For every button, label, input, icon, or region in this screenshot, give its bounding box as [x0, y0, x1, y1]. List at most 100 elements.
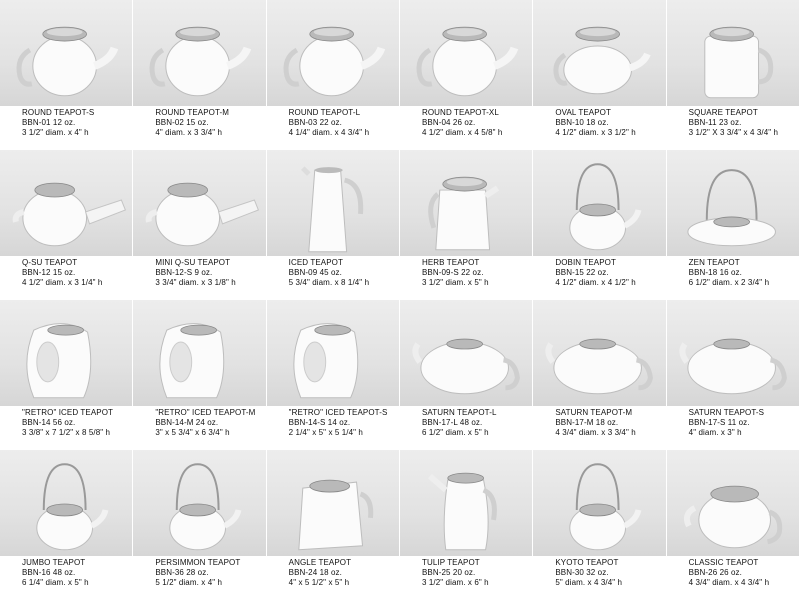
product-caption: KYOTO TEAPOT BBN-30 32 oz. 5" diam. x 4 3/… [555, 558, 663, 588]
product-name: ZEN TEAPOT [688, 258, 740, 267]
product-card: ICED TEAPOT BBN-09 45 oz. 5 3/4" diam. x 8… [266, 150, 400, 300]
product-code: BBN-16 48 oz. [22, 568, 76, 577]
product-caption: ROUND TEAPOT-L BBN-03 22 oz. 4 1/4" diam. … [289, 108, 397, 138]
product-code: BBN-26 26 oz. [688, 568, 742, 577]
product-name: JUMBO TEAPOT [22, 558, 86, 567]
round-teapot-icon [0, 0, 133, 106]
product-dimensions: 5 3/4" diam. x 8 1/4" h [288, 278, 370, 287]
saturn-teapot-icon [533, 300, 666, 406]
product-caption: ROUND TEAPOT-XL BBN-04 26 oz. 4 1/2" diam.… [422, 108, 530, 138]
product-caption: ROUND TEAPOT-S BBN-01 12 oz. 3 1/2" diam. … [22, 108, 130, 138]
product-name: SATURN TEAPOT-L [421, 408, 497, 417]
product-card: OVAL TEAPOT BBN-10 18 oz. 4 1/2" diam. x 3… [533, 0, 667, 150]
product-name: KYOTO TEAPOT [555, 558, 619, 567]
product-code: BBN-17-S 11 oz. [688, 418, 750, 427]
product-caption: HERB TEAPOT BBN-09-S 22 oz. 3 1/2" diam. x… [422, 258, 530, 288]
product-dimensions: 6 1/2" diam. x 5" h [421, 428, 489, 437]
product-card: MINI Q-SU TEAPOT BBN-12-S 9 oz. 3 3/4" dia… [133, 150, 267, 300]
product-card: ROUND TEAPOT-S BBN-01 12 oz. 3 1/2" diam. … [0, 0, 134, 150]
product-code: BBN-09-S 22 oz. [421, 268, 484, 277]
product-code: BBN-14-M 24 oz. [155, 418, 219, 427]
product-dimensions: 3 1/2" diam. x 6" h [421, 578, 489, 587]
product-code: BBN-14-S 14 oz. [288, 418, 351, 427]
product-code: BBN-10 18 oz. [555, 118, 609, 127]
product-dimensions: 4" diam. x 3" h [688, 428, 742, 437]
product-caption: Q-SU TEAPOT BBN-12 15 oz. 4 1/2" diam. x 3… [22, 258, 130, 288]
product-caption: ANGLE TEAPOT BBN-24 18 oz. 4" x 5 1/2" x 5… [289, 558, 397, 588]
product-caption: "RETRO" ICED TEAPOT-M BBN-14-M 24 oz. 3" x… [155, 408, 263, 438]
product-dimensions: 3 1/2" diam. x 5" h [421, 278, 489, 287]
retro-teapot-icon [0, 300, 133, 406]
product-dimensions: 4 3/4" diam. x 4 3/4" h [688, 578, 770, 587]
wire-handle-teapot-icon [0, 450, 133, 556]
product-name: Q-SU TEAPOT [22, 258, 78, 267]
product-card: ANGLE TEAPOT BBN-24 18 oz. 4" x 5 1/2" x 5… [266, 450, 400, 600]
product-caption: PERSIMMON TEAPOT BBN-36 28 oz. 5 1/2" diam… [155, 558, 263, 588]
round-teapot-icon [133, 0, 266, 106]
product-dimensions: 4 1/2" diam. x 3 1/2" h [555, 128, 636, 137]
product-caption: SATURN TEAPOT-L BBN-17-L 48 oz. 6 1/2" dia… [422, 408, 530, 438]
flat-wire-handle-teapot-icon [666, 150, 799, 256]
product-card: SATURN TEAPOT-S BBN-17-S 11 oz. 4" diam. x… [666, 300, 800, 450]
classic-teapot-icon [666, 450, 799, 556]
product-card: ROUND TEAPOT-XL BBN-04 26 oz. 4 1/2" diam.… [399, 0, 534, 150]
pitcher-teapot-icon [399, 150, 533, 256]
product-caption: MINI Q-SU TEAPOT BBN-12-S 9 oz. 3 3/4" dia… [155, 258, 263, 288]
product-dimensions: 3 3/4" diam. x 3 1/8" h [155, 278, 236, 287]
wire-handle-teapot-icon [533, 450, 666, 556]
product-name: SQUARE TEAPOT [688, 108, 758, 117]
product-dimensions: 5" diam. x 4 3/4" h [555, 578, 623, 587]
product-name: "RETRO" ICED TEAPOT [22, 408, 113, 417]
retro-teapot-icon [133, 300, 266, 406]
product-code: BBN-02 15 oz. [155, 118, 209, 127]
product-card: "RETRO" ICED TEAPOT BBN-14 56 oz. 3 3/8" x… [0, 300, 134, 450]
product-card: TULIP TEAPOT BBN-25 20 oz. 3 1/2" diam. x … [399, 450, 534, 600]
side-handle-teapot-icon [133, 150, 266, 256]
product-caption: TULIP TEAPOT BBN-25 20 oz. 3 1/2" diam. x … [422, 558, 530, 588]
product-name: PERSIMMON TEAPOT [155, 558, 241, 567]
product-code: BBN-14 56 oz. [22, 418, 76, 427]
wire-handle-teapot-icon [133, 450, 266, 556]
product-caption: JUMBO TEAPOT BBN-16 48 oz. 6 1/4" diam. x … [22, 558, 130, 588]
product-caption: SATURN TEAPOT-M BBN-17-M 18 oz. 4 3/4" dia… [555, 408, 663, 438]
product-dimensions: 4 1/4" diam. x 4 3/4" h [288, 128, 370, 137]
product-name: "RETRO" ICED TEAPOT-M [155, 408, 256, 417]
product-code: BBN-03 22 oz. [288, 118, 342, 127]
angle-teapot-icon [266, 450, 399, 556]
product-card: KYOTO TEAPOT BBN-30 32 oz. 5" diam. x 4 3/… [533, 450, 667, 600]
product-card: Q-SU TEAPOT BBN-12 15 oz. 4 1/2" diam. x 3… [0, 150, 134, 300]
tall-pitcher-icon [266, 150, 399, 256]
product-name: "RETRO" ICED TEAPOT-S [288, 408, 388, 417]
product-dimensions: 4 1/2" diam. x 4 1/2" h [555, 278, 636, 287]
round-teapot-icon [266, 0, 399, 106]
product-caption: ICED TEAPOT BBN-09 45 oz. 5 3/4" diam. x 8… [289, 258, 397, 288]
product-code: BBN-04 26 oz. [421, 118, 476, 127]
wire-handle-teapot-icon [533, 150, 666, 256]
product-card: ROUND TEAPOT-L BBN-03 22 oz. 4 1/4" diam. … [266, 0, 400, 150]
product-card: DOBIN TEAPOT BBN-15 22 oz. 4 1/2" diam. x … [533, 150, 667, 300]
product-name: TULIP TEAPOT [421, 558, 480, 567]
product-dimensions: 3 1/2" diam. x 4" h [22, 128, 89, 137]
tulip-teapot-icon [399, 450, 533, 556]
product-card: HERB TEAPOT BBN-09-S 22 oz. 3 1/2" diam. x… [399, 150, 534, 300]
product-caption: ROUND TEAPOT-M BBN-02 15 oz. 4" diam. x 3 … [155, 108, 263, 138]
product-dimensions: 6 1/4" diam. x 5" h [22, 578, 89, 587]
product-card: "RETRO" ICED TEAPOT-M BBN-14-M 24 oz. 3" x… [133, 300, 267, 450]
product-name: DOBIN TEAPOT [555, 258, 616, 267]
product-card: SATURN TEAPOT-M BBN-17-M 18 oz. 4 3/4" dia… [533, 300, 667, 450]
product-name: ICED TEAPOT [288, 258, 343, 267]
product-name: SATURN TEAPOT-M [555, 408, 633, 417]
product-name: ANGLE TEAPOT [288, 558, 352, 567]
product-code: BBN-11 23 oz. [688, 118, 742, 127]
saturn-teapot-icon [399, 300, 533, 406]
product-caption: SATURN TEAPOT-S BBN-17-S 11 oz. 4" diam. x… [689, 408, 797, 438]
product-card: ZEN TEAPOT BBN-18 16 oz. 6 1/2" diam. x 2 … [666, 150, 800, 300]
product-dimensions: 3 3/8" x 7 1/2" x 8 5/8" h [22, 428, 111, 437]
product-name: SATURN TEAPOT-S [688, 408, 765, 417]
retro-teapot-icon [266, 300, 399, 406]
product-card: JUMBO TEAPOT BBN-16 48 oz. 6 1/4" diam. x … [0, 450, 134, 600]
product-dimensions: 4 1/2" diam. x 4 5/8" h [421, 128, 503, 137]
product-caption: ZEN TEAPOT BBN-18 16 oz. 6 1/2" diam. x 2 … [689, 258, 797, 288]
product-code: BBN-12-S 9 oz. [155, 268, 213, 277]
product-caption: DOBIN TEAPOT BBN-15 22 oz. 4 1/2" diam. x … [555, 258, 663, 288]
